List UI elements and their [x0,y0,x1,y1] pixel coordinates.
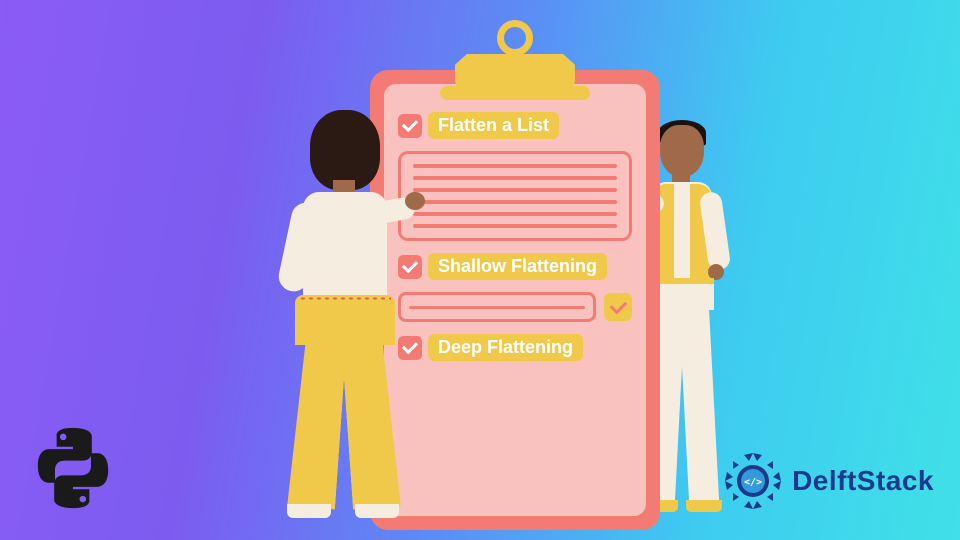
delftstack-logo: </> DelftStack [722,450,934,512]
delftstack-wordmark: DelftStack [792,465,934,497]
checklist-label: Deep Flattening [428,334,583,361]
checklist-label: Shallow Flattening [428,253,607,280]
clip-ring-icon [497,20,533,56]
svg-text:</>: </> [744,477,762,488]
delftstack-mark-icon: </> [722,450,784,512]
python-logo-icon [28,423,118,518]
clip-bar-icon [440,86,590,100]
person-left-illustration [255,110,435,530]
checkbox-alt-icon [604,293,632,321]
clip-body-icon [455,54,575,90]
hero-illustration: Flatten a List Shallow Flattening [0,0,960,540]
checklist-label: Flatten a List [428,112,559,139]
